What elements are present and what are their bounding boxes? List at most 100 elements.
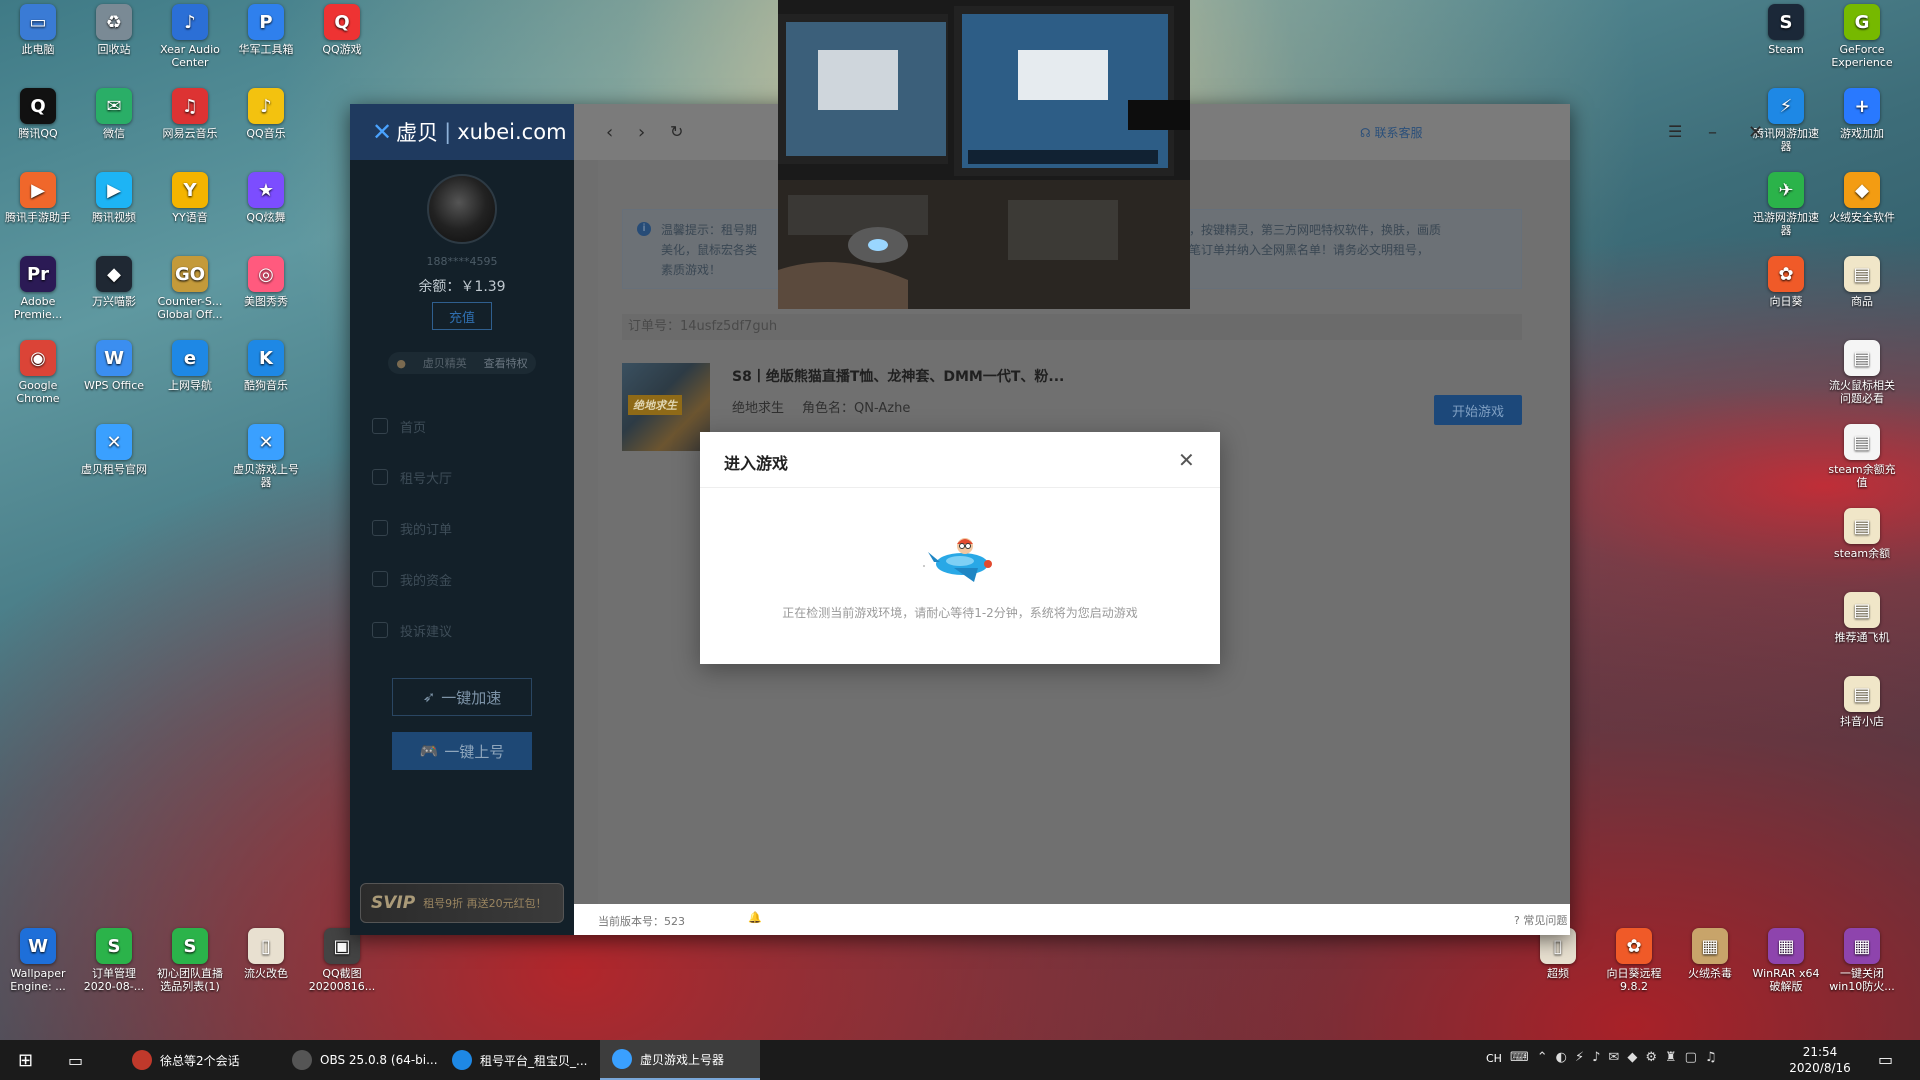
left-desktop-icon[interactable]: ★ QQ炫舞	[228, 172, 304, 224]
right-desktop-icon[interactable]: ▤ 商品	[1824, 256, 1900, 308]
left-desktop-icon[interactable]: K 酷狗音乐	[228, 340, 304, 392]
right-desktop-icon[interactable]: ▤ 流火鼠标相关问题必看	[1824, 340, 1900, 405]
bottom-desktop-icon[interactable]: ▯ 超频	[1520, 928, 1596, 980]
order-game: 绝地求生	[732, 401, 785, 416]
left-desktop-icon[interactable]: P 华军工具箱	[228, 4, 304, 56]
left-desktop-icon[interactable]: ✕ 虚贝租号官网	[76, 424, 152, 476]
bottom-desktop-icon[interactable]: ▦ WinRAR x64 破解版	[1748, 928, 1824, 993]
refresh-icon[interactable]: ↻	[670, 122, 683, 141]
nav-my-orders[interactable]: 我的订单	[372, 513, 562, 543]
one-click-login-button[interactable]: 🎮 一键上号	[392, 732, 532, 770]
start-game-button[interactable]: 开始游戏	[1434, 395, 1522, 425]
language-indicator[interactable]: CH	[1486, 1052, 1502, 1065]
right-desktop-icon[interactable]: ▤ 抖音小店	[1824, 676, 1900, 728]
taskbar-item-browser[interactable]: 租号平台_租宝贝_...	[440, 1040, 600, 1080]
avatar[interactable]	[427, 174, 497, 244]
left-desktop-icon[interactable]: ▶ 腾讯手游助手	[0, 172, 76, 224]
desktop-icon-label: 流火鼠标相关问题必看	[1829, 379, 1895, 405]
left-desktop-icon[interactable]: ♻ 回收站	[76, 4, 152, 56]
left-desktop-icon[interactable]: Y YY语音	[152, 172, 228, 224]
back-icon[interactable]: ‹	[606, 122, 613, 143]
nav-rent-hall[interactable]: 租号大厅	[372, 462, 562, 492]
taskbar-item-chat[interactable]: 徐总等2个会话	[120, 1040, 280, 1080]
desktop-icon-label: 腾讯视频	[92, 211, 136, 224]
right-desktop-icon[interactable]: + 游戏加加	[1824, 88, 1900, 140]
accelerate-button[interactable]: ➶ 一键加速	[392, 678, 532, 716]
right-desktop-icon[interactable]: G GeForce Experience	[1824, 4, 1900, 69]
left-desktop-icon[interactable]: ✕ 虚贝游戏上号器	[228, 424, 304, 489]
bottom-desktop-icon[interactable]: ▦ 火绒杀毒	[1672, 928, 1748, 980]
modal-title: 进入游戏	[724, 454, 789, 473]
contact-service-link[interactable]: ☊ 联系客服	[1360, 124, 1423, 141]
right-desktop-icon[interactable]: ▤ 推荐通飞机	[1824, 592, 1900, 644]
nav-complaints[interactable]: 投诉建议	[372, 615, 562, 645]
bottom-desktop-icon[interactable]: ▣ QQ截图 20200816...	[304, 928, 380, 993]
bottom-desktop-icon[interactable]: S 初心团队直播选品列表(1)	[152, 928, 228, 993]
app-icon: ◎	[248, 256, 284, 292]
bottom-desktop-icon[interactable]: ▦ 一键关闭 win10防火...	[1824, 928, 1900, 993]
left-desktop-icon[interactable]: ✉ 微信	[76, 88, 152, 140]
right-desktop-icon[interactable]: ✿ 向日葵	[1748, 256, 1824, 308]
right-desktop-icon[interactable]: ▤ steam余额充值	[1824, 424, 1900, 489]
desktop-icon-label: 超频	[1547, 967, 1569, 980]
desktop-icon-label: 火绒安全软件	[1829, 211, 1895, 224]
close-window-icon[interactable]: ✕	[1748, 122, 1763, 143]
app-icon: Pr	[20, 256, 56, 292]
left-desktop-icon[interactable]: ♫ 网易云音乐	[152, 88, 228, 140]
minimize-icon[interactable]: –	[1708, 122, 1717, 143]
left-desktop-icon[interactable]: W WPS Office	[76, 340, 152, 392]
bottom-desktop-icon[interactable]: ✿ 向日葵远程 9.8.2	[1596, 928, 1672, 993]
recharge-button[interactable]: 充值	[432, 302, 492, 330]
right-desktop-icon[interactable]: ✈ 迅游网游加速器	[1748, 172, 1824, 237]
modal-close-icon[interactable]: ✕	[1178, 448, 1195, 472]
app-icon: Y	[172, 172, 208, 208]
nav-my-funds[interactable]: 我的资金	[372, 564, 562, 594]
right-desktop-icon[interactable]: S Steam	[1748, 4, 1824, 56]
left-desktop-icon[interactable]: e 上网导航	[152, 340, 228, 392]
clock[interactable]: 21:54 2020/8/16	[1785, 1044, 1855, 1076]
left-desktop-icon[interactable]: ▶ 腾讯视频	[76, 172, 152, 224]
home-icon	[372, 418, 388, 434]
faq-link[interactable]: ? 常见问题	[1514, 912, 1567, 928]
brand-domain: xubei.com	[457, 120, 567, 144]
taskbar-item-obs[interactable]: OBS 25.0.8 (64-bi...	[280, 1040, 440, 1080]
svip-banner[interactable]: SVIP 租号9折 再送20元红包！	[360, 883, 564, 923]
order-title[interactable]: S8丨绝版熊猫直播T恤、龙神套、DMM一代T、粉...	[732, 366, 1064, 386]
right-desktop-icon[interactable]: ◆ 火绒安全软件	[1824, 172, 1900, 224]
right-desktop-icon[interactable]: ▤ steam余额	[1824, 508, 1900, 560]
accelerate-label: 一键加速	[441, 688, 502, 707]
bottom-desktop-icon[interactable]: S 订单管理 2020-08-...	[76, 928, 152, 993]
left-desktop-icon[interactable]: ♪ Xear Audio Center	[152, 4, 228, 69]
task-view-button[interactable]: ▭	[56, 1040, 96, 1080]
menu-icon[interactable]: ☰	[1668, 122, 1682, 141]
desktop-icon-label: steam余额充值	[1828, 463, 1896, 489]
left-desktop-icon[interactable]: Q 腾讯QQ	[0, 88, 76, 140]
enter-game-modal: 进入游戏 ✕ 正在检测当前游戏环境，请耐心等待1-2分钟，系统将为您启动游戏	[700, 432, 1220, 664]
app-icon: ✿	[1616, 928, 1652, 964]
taskbar-item-xubei[interactable]: 虚贝游戏上号器	[600, 1040, 760, 1080]
thumb-tag: 绝地求生	[628, 395, 682, 415]
bell-icon[interactable]: 🔔	[748, 911, 762, 924]
vip-privilege-link[interactable]: 查看特权	[484, 355, 528, 371]
notification-icon[interactable]: ▭	[1878, 1050, 1893, 1069]
desktop-icon-label: Wallpaper Engine: ...	[10, 967, 66, 993]
desktop-icon-label: GeForce Experience	[1831, 43, 1893, 69]
desktop-icon-label: 万兴喵影	[92, 295, 136, 308]
right-desktop-icon[interactable]: ⚡ 腾讯网游加速器	[1748, 88, 1824, 153]
left-desktop-icon[interactable]: GO Counter-S... Global Off...	[152, 256, 228, 321]
left-desktop-icon[interactable]: ▭ 此电脑	[0, 4, 76, 56]
tray-icons[interactable]: ⌨⌃◐⚡♪✉◆⚙♜▢♫	[1510, 1050, 1725, 1065]
left-desktop-icon[interactable]: ◉ Google Chrome	[0, 340, 76, 405]
left-desktop-icon[interactable]: ◆ 万兴喵影	[76, 256, 152, 308]
bottom-desktop-icon[interactable]: W Wallpaper Engine: ...	[0, 928, 76, 993]
forward-icon[interactable]: ›	[638, 122, 645, 143]
left-desktop-icon[interactable]: Q QQ游戏	[304, 4, 380, 56]
bottom-desktop-icon[interactable]: ▯ 流火改色	[228, 928, 304, 980]
left-desktop-icon[interactable]: Pr Adobe Premie...	[0, 256, 76, 321]
nav-home[interactable]: 首页	[372, 411, 562, 441]
start-button[interactable]: ⊞	[6, 1040, 46, 1080]
left-desktop-icon[interactable]: ♪ QQ音乐	[228, 88, 304, 140]
left-desktop-icon[interactable]: ◎ 美图秀秀	[228, 256, 304, 308]
desktop-icon-label: QQ炫舞	[246, 211, 286, 224]
nav-home-label: 首页	[400, 420, 427, 436]
